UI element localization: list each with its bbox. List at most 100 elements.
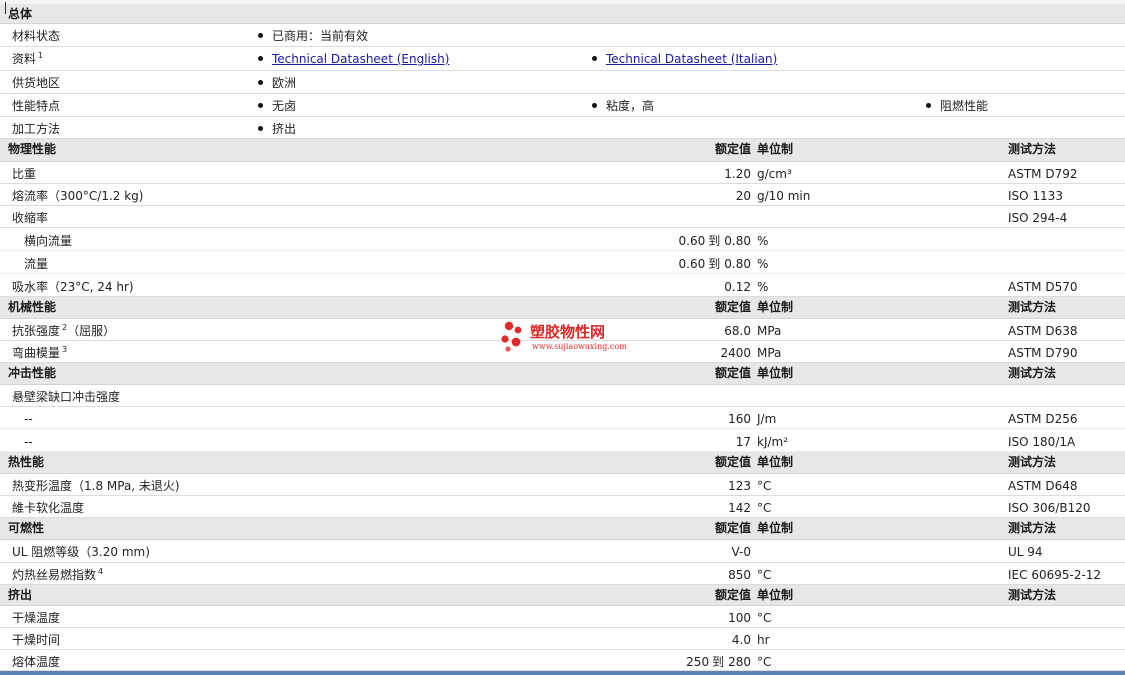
property-subrow: -- 160 J/m ASTM D256	[0, 407, 1125, 429]
property-label: 熔体温度	[12, 655, 61, 669]
datasheet-link[interactable]: Technical Datasheet (Italian)	[606, 52, 777, 66]
nominal-value: 100	[728, 611, 751, 625]
unit-value: J/m	[757, 412, 777, 426]
test-method: ASTM D256	[1008, 412, 1078, 426]
text-cursor-icon	[5, 2, 6, 14]
unit-value: °C	[757, 655, 772, 669]
general-value: 挤出	[258, 122, 296, 136]
test-method: ASTM D648	[1008, 479, 1078, 493]
column-header-method: 测试方法	[1008, 142, 1057, 156]
general-row-documents: 资料 1 Technical Datasheet (English) Technica…	[0, 47, 1125, 71]
range-from: 0.60	[678, 257, 706, 271]
datasheet-link-item[interactable]: Technical Datasheet (Italian)	[592, 52, 777, 66]
property-label-suffix: （屈服）	[67, 324, 116, 338]
unit-value: %	[757, 280, 769, 294]
column-header-method: 测试方法	[1008, 366, 1057, 380]
bullet-icon	[592, 103, 597, 108]
unit-value: hr	[757, 633, 770, 647]
general-value-text: 已商用：当前有效	[272, 29, 369, 43]
nominal-value: 0.12	[724, 280, 751, 294]
column-header-nominal: 额定值	[714, 521, 751, 535]
bottom-bar	[0, 671, 1125, 675]
datasheet-link-item[interactable]: Technical Datasheet (English)	[258, 52, 449, 66]
watermark-text: 塑胶物性网	[530, 323, 606, 341]
property-label: 維卡软化温度	[12, 501, 85, 515]
general-value: 阻燃性能	[926, 99, 988, 113]
nominal-value: 4.0	[731, 633, 751, 647]
range-from: 0.60	[678, 234, 706, 248]
section-title: 总体	[8, 7, 33, 21]
property-row: 吸水率（23°C, 24 hr) 0.12% ASTM D570	[0, 275, 1125, 297]
nominal-value: 142	[728, 501, 751, 515]
section-header: 机械性能 额定值 单位制 测试方法	[0, 297, 1125, 319]
unit-value: MPa	[757, 346, 782, 360]
general-value-text: 欧洲	[272, 76, 297, 90]
footnote-ref: 1	[38, 51, 44, 60]
general-row-features: 性能特点 无卤 粘度，高 阻燃性能	[0, 94, 1125, 117]
footnote-ref: 3	[62, 345, 68, 354]
general-value-text: 无卤	[272, 99, 297, 113]
bullet-icon	[258, 33, 263, 38]
section-title: 物理性能	[8, 142, 57, 156]
column-header-method: 测试方法	[1008, 455, 1057, 469]
bullet-icon	[258, 56, 263, 61]
nominal-value: 850	[728, 568, 751, 582]
property-label: --	[24, 435, 33, 449]
property-label: 加工方法	[12, 122, 61, 136]
property-row: 比重 1.20 g/cm³ ASTM D792	[0, 162, 1125, 184]
watermark-logo: 塑胶物性网 www.sujiaowuxing.com	[500, 320, 640, 360]
test-method: ISO 1133	[1008, 189, 1063, 203]
property-row: 干燥温度 100 °C	[0, 606, 1125, 628]
test-method: ISO 180/1A	[1008, 435, 1076, 449]
general-value: 欧洲	[258, 76, 296, 90]
general-value-text: 挤出	[272, 122, 297, 136]
column-header-nominal: 额定值	[714, 366, 751, 380]
unit-value: MPa	[757, 324, 782, 338]
property-label: UL 阻燃等级（3.20 mm)	[12, 545, 150, 559]
bullet-icon	[926, 103, 931, 108]
property-label: 供货地区	[12, 76, 61, 90]
property-label: 比重	[12, 167, 37, 181]
test-method: ISO 306/B120	[1008, 501, 1091, 515]
general-value: 无卤	[258, 99, 296, 113]
general-row-processing: 加工方法 挤出	[0, 117, 1125, 139]
property-label: 横向流量	[24, 234, 73, 248]
unit-value: °C	[757, 611, 772, 625]
bullet-icon	[258, 103, 263, 108]
general-row-availability: 供货地区 欧洲	[0, 71, 1125, 94]
property-label: 材料状态	[12, 29, 61, 43]
section-header-general: 总体	[0, 4, 1125, 24]
unit-value: °C	[757, 479, 772, 493]
property-subrow: -- 17 kJ/m² ISO 180/1A	[0, 430, 1125, 452]
unit-value: °C	[757, 501, 772, 515]
column-header-unit: 单位制	[757, 588, 794, 602]
range-to: 280	[728, 655, 751, 669]
property-label: 弯曲模量 3	[12, 345, 68, 360]
property-label: 抗张强度 2（屈服）	[12, 323, 116, 338]
datasheet-link[interactable]: Technical Datasheet (English)	[272, 52, 449, 66]
property-label: 收缩率	[12, 211, 49, 225]
range-to: 0.80	[724, 257, 751, 271]
general-value: 粘度，高	[592, 99, 654, 113]
section-header: 可燃性 额定值 单位制 测试方法	[0, 518, 1125, 540]
section-title: 挤出	[8, 588, 33, 602]
general-value-text: 粘度，高	[606, 99, 655, 113]
watermark-url: www.sujiaowuxing.com	[532, 342, 627, 351]
nominal-value: 0.60 到 0.80	[679, 234, 751, 248]
general-row-material_status: 材料状态 已商用：当前有效	[0, 24, 1125, 47]
test-method: ASTM D792	[1008, 167, 1078, 181]
bullet-icon	[258, 80, 263, 85]
nominal-value: 250 到 280	[686, 655, 751, 669]
property-label: 流量	[24, 257, 49, 271]
property-subrow: 横向流量 0.60 到 0.80%	[0, 229, 1125, 251]
section-header: 热性能 额定值 单位制 测试方法	[0, 452, 1125, 474]
property-row: 干燥时间 4.0 hr	[0, 628, 1125, 650]
column-header-method: 测试方法	[1008, 300, 1057, 314]
test-method: ASTM D570	[1008, 280, 1078, 294]
bullet-icon	[258, 126, 263, 131]
nominal-value: 68.0	[724, 324, 751, 338]
unit-value: °C	[757, 568, 772, 582]
nominal-value: 20	[735, 189, 751, 203]
watermark-dots-icon	[501, 321, 522, 352]
property-label: 悬壁梁缺口冲击强度	[12, 390, 121, 404]
